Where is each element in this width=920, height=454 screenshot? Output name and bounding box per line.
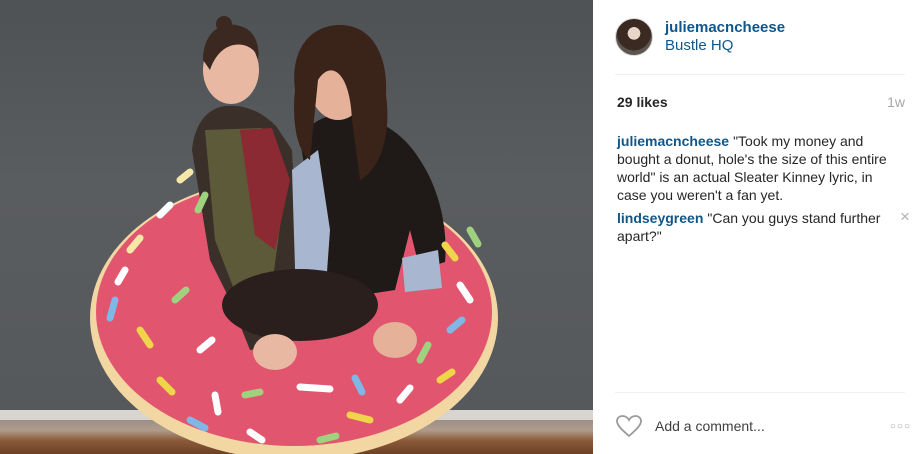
post-sidebar: juliemacncheese Bustle HQ 29 likes 1w ju… <box>593 0 920 454</box>
comment-item: juliemacncheese "Took my money and bought… <box>617 132 909 204</box>
heart-icon[interactable] <box>615 414 643 438</box>
post-header: juliemacncheese Bustle HQ <box>615 14 905 60</box>
add-comment-input[interactable] <box>655 414 855 438</box>
comment-author[interactable]: juliemacncheese <box>617 133 729 149</box>
post-header-text: juliemacncheese Bustle HQ <box>665 19 785 55</box>
comments-list: juliemacncheese "Took my money and bought… <box>617 132 910 250</box>
post-stats: 29 likes 1w <box>617 94 905 110</box>
avatar[interactable] <box>615 18 653 56</box>
right-hand <box>373 322 417 358</box>
username-link[interactable]: juliemacncheese <box>665 19 785 37</box>
close-icon[interactable]: × <box>897 208 913 225</box>
likes-count[interactable]: 29 likes <box>617 94 668 110</box>
left-hand <box>253 334 297 370</box>
comment-item: lindseygreen "Can you guys stand further … <box>617 208 910 245</box>
comment-bar: ○○○ <box>615 410 910 442</box>
donut-hole <box>222 269 378 341</box>
footer-divider <box>615 392 905 393</box>
header-divider <box>615 74 905 75</box>
more-options-icon[interactable]: ○○○ <box>890 421 911 432</box>
photo-illustration <box>90 16 498 454</box>
comment-author[interactable]: lindseygreen <box>617 210 703 226</box>
post-photo[interactable] <box>0 0 593 454</box>
location-link[interactable]: Bustle HQ <box>665 37 785 55</box>
post-age[interactable]: 1w <box>887 94 905 110</box>
